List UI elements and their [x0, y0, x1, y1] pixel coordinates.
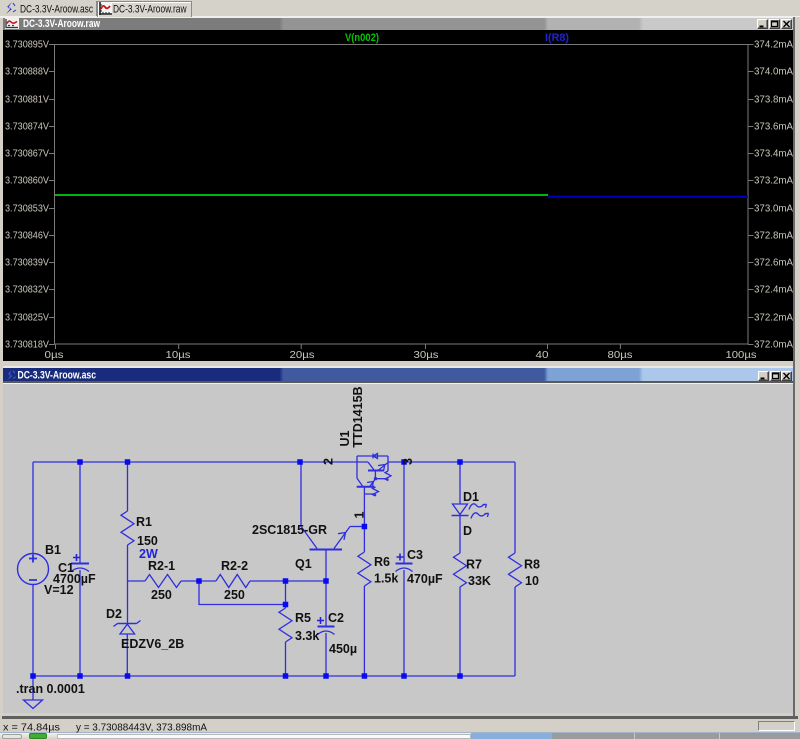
svg-text:3.730888V: 3.730888V: [5, 66, 49, 78]
svg-text:R5: R5: [295, 611, 311, 625]
svg-text:372.6mA: 372.6mA: [754, 257, 793, 269]
svg-text:40: 40: [536, 349, 549, 361]
svg-text:3.730846V: 3.730846V: [5, 230, 49, 242]
svg-text:V(n002): V(n002): [345, 32, 379, 44]
svg-text:372.8mA: 372.8mA: [754, 230, 793, 242]
svg-text:y = 3.73088443V, 373.898mA: y = 3.73088443V, 373.898mA: [76, 722, 207, 734]
svg-text:250: 250: [224, 588, 245, 602]
svg-text:U1: U1: [338, 430, 352, 446]
svg-text:373.0mA: 373.0mA: [754, 203, 793, 215]
svg-text:3.730839V: 3.730839V: [5, 257, 49, 269]
svg-text:DC-3.3V-Aroow.asc: DC-3.3V-Aroow.asc: [18, 370, 97, 382]
svg-text:3.730860V: 3.730860V: [5, 175, 49, 187]
svg-text:10µs: 10µs: [166, 349, 191, 361]
svg-text:3.730818V: 3.730818V: [5, 339, 49, 351]
svg-text:3.730895V: 3.730895V: [5, 39, 49, 51]
svg-text:374.2mA: 374.2mA: [754, 39, 793, 51]
svg-text:372.0mA: 372.0mA: [754, 339, 793, 351]
svg-text:x = 74.84µs: x = 74.84µs: [3, 722, 60, 734]
svg-text:150: 150: [137, 534, 158, 548]
svg-text:D1: D1: [463, 490, 479, 504]
svg-text:250: 250: [151, 588, 172, 602]
svg-text:3.730874V: 3.730874V: [5, 121, 49, 133]
svg-text:R2-1: R2-1: [148, 559, 175, 573]
svg-text:3: 3: [401, 458, 415, 465]
svg-text:20µs: 20µs: [290, 349, 315, 361]
svg-text:3.730867V: 3.730867V: [5, 148, 49, 160]
svg-text:30µs: 30µs: [414, 349, 439, 361]
svg-text:TTD1415B: TTD1415B: [351, 386, 365, 447]
svg-text:3.730825V: 3.730825V: [5, 312, 49, 324]
svg-text:1: 1: [353, 511, 367, 518]
svg-text:373.6mA: 373.6mA: [754, 121, 793, 133]
svg-text:4700µF: 4700µF: [53, 572, 96, 586]
svg-text:3.730881V: 3.730881V: [5, 94, 49, 106]
svg-text:3.730853V: 3.730853V: [5, 203, 49, 215]
svg-text:D: D: [463, 524, 472, 538]
svg-text:372.2mA: 372.2mA: [754, 312, 793, 324]
svg-text:0µs: 0µs: [45, 349, 64, 361]
svg-text:373.4mA: 373.4mA: [754, 148, 793, 160]
svg-text:B1: B1: [45, 543, 61, 557]
svg-text:450µ: 450µ: [329, 642, 357, 656]
svg-text:I(R8): I(R8): [545, 32, 569, 44]
svg-text:DC-3.3V-Aroow.raw: DC-3.3V-Aroow.raw: [113, 4, 187, 16]
svg-text:33K: 33K: [468, 574, 491, 588]
svg-text:1.5k: 1.5k: [374, 572, 398, 586]
svg-text:373.8mA: 373.8mA: [754, 94, 793, 106]
svg-text:10: 10: [525, 574, 539, 588]
svg-text:470µF: 470µF: [407, 572, 443, 586]
svg-text:372.4mA: 372.4mA: [754, 284, 793, 296]
svg-text:2SC1815-GR: 2SC1815-GR: [252, 523, 327, 537]
svg-text:C3: C3: [407, 548, 423, 562]
svg-text:2: 2: [322, 458, 336, 465]
svg-text:373.2mA: 373.2mA: [754, 175, 793, 187]
svg-text:R2-2: R2-2: [221, 559, 248, 573]
svg-text:.tran 0.0001: .tran 0.0001: [16, 682, 85, 696]
svg-text:C2: C2: [328, 611, 344, 625]
svg-text:100µs: 100µs: [726, 349, 757, 361]
svg-text:374.0mA: 374.0mA: [754, 66, 793, 78]
svg-text:DC-3.3V-Aroow.raw: DC-3.3V-Aroow.raw: [23, 18, 100, 30]
svg-text:D2: D2: [106, 607, 122, 621]
svg-text:DC-3.3V-Aroow.asc: DC-3.3V-Aroow.asc: [20, 4, 93, 16]
svg-text:R8: R8: [524, 558, 540, 572]
svg-text:3.730832V: 3.730832V: [5, 284, 49, 296]
svg-text:R1: R1: [136, 515, 152, 529]
svg-text:80µs: 80µs: [608, 349, 633, 361]
svg-text:R6: R6: [374, 555, 390, 569]
svg-text:R7: R7: [466, 558, 482, 572]
svg-text:EDZV6_2B: EDZV6_2B: [121, 637, 184, 651]
svg-text:3.3k: 3.3k: [295, 629, 319, 643]
svg-text:Q1: Q1: [295, 557, 312, 571]
